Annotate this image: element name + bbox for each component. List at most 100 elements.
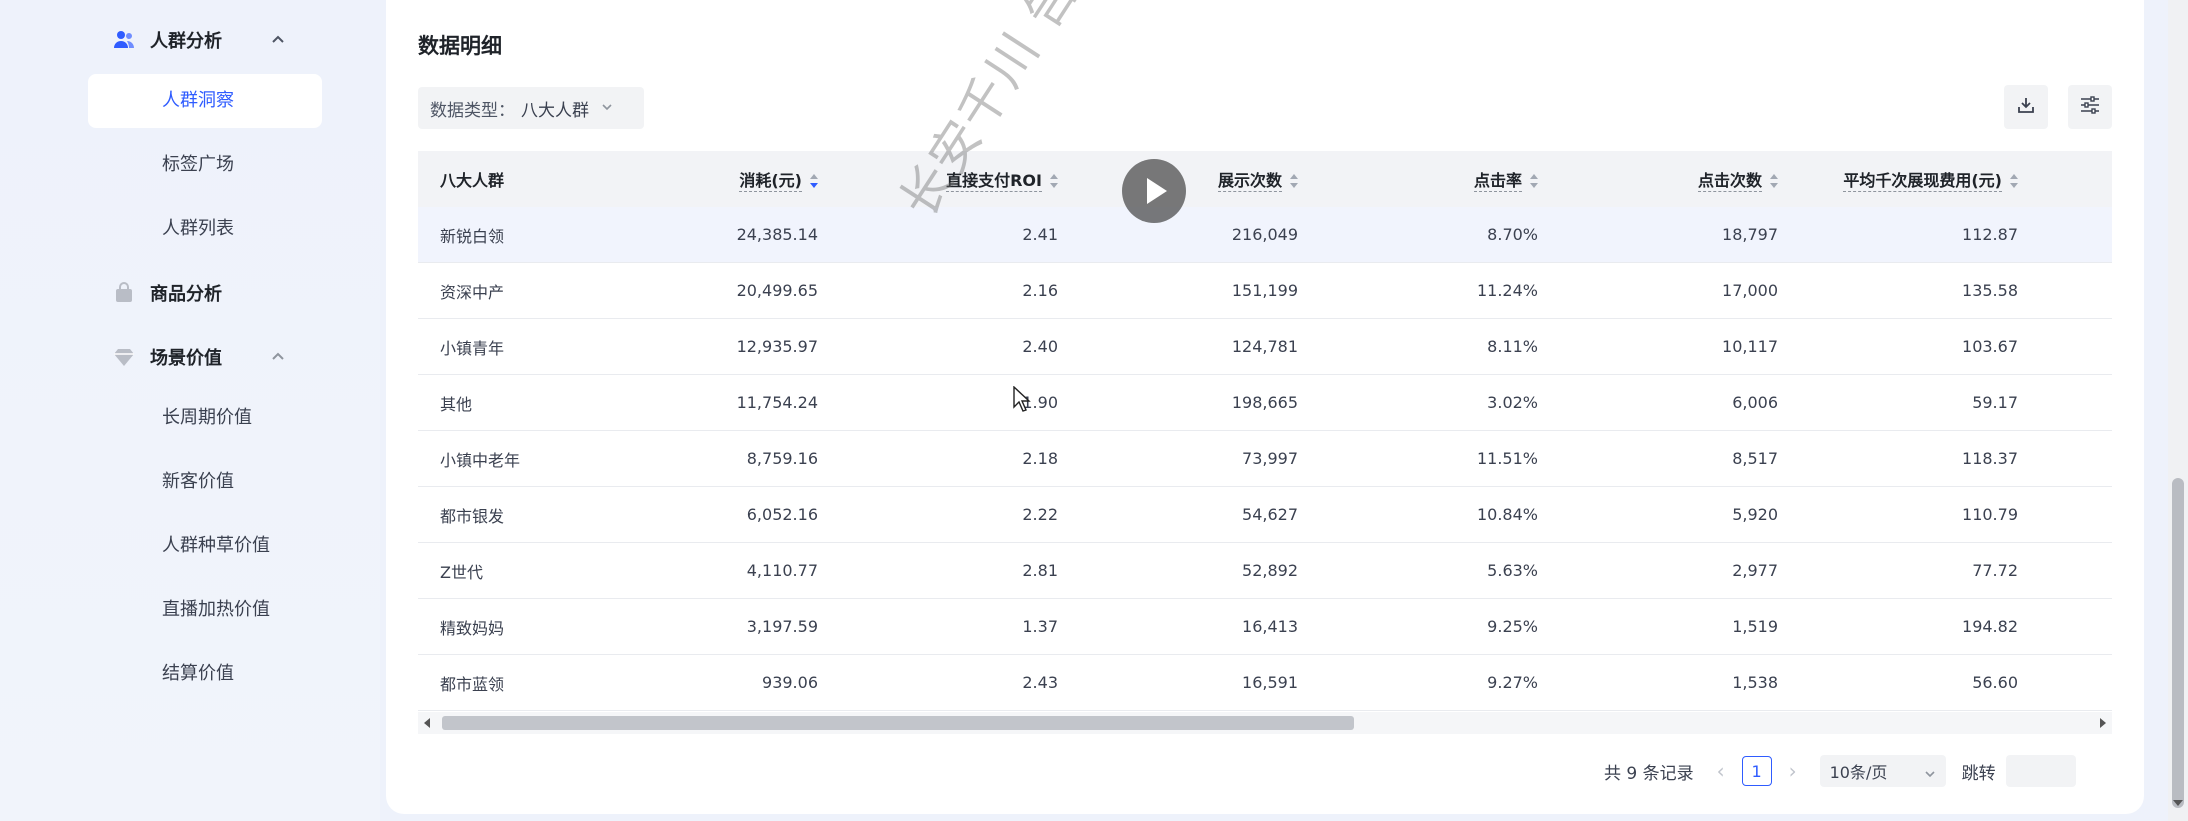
sidebar-item-long-term-value[interactable]: 长周期价值 [88,391,322,445]
cell-cpm: 59.17 [1972,393,2018,412]
page-size-select[interactable]: 10条/页 [1819,755,1946,787]
cell-cost: 3,197.59 [746,617,818,636]
cell-impressions: 73,997 [1242,449,1298,468]
cell-impressions: 16,591 [1242,673,1298,692]
pagination: 共 9 条记录 ‹ 1 › 10条/页 跳转 [1604,754,2076,788]
cell-roi: 2.41 [1022,225,1058,244]
download-button[interactable] [2004,85,2048,129]
scroll-left-icon[interactable] [424,718,430,728]
play-icon[interactable] [1122,159,1186,223]
page-vertical-scrollbar[interactable] [2168,0,2188,821]
cell-roi: 2.16 [1022,281,1058,300]
scroll-right-icon[interactable] [2100,718,2106,728]
cell-cost: 11,754.24 [736,393,818,412]
cell-impressions: 124,781 [1231,337,1298,356]
sidebar-item-tag-square[interactable]: 标签广场 [88,138,322,192]
cell-ctr: 11.24% [1476,281,1538,300]
header-cost[interactable]: 消耗(元) [739,167,818,192]
cell-segment: 都市银发 [440,506,505,526]
cell-impressions: 151,199 [1231,281,1298,300]
table-row[interactable]: 新锐白领 24,385.14 2.41 216,049 8.70% 18,797… [418,207,2112,263]
sidebar-item-audience-insight[interactable]: 人群洞察 [88,74,322,128]
sidebar-group-product[interactable]: 商品分析 [112,273,222,313]
header-cpm[interactable]: 平均千次展现费用(元) [1843,167,2018,192]
cell-clicks: 8,517 [1732,449,1778,468]
sort-icon [1050,173,1058,188]
table-row[interactable]: 资深中产 20,499.65 2.16 151,199 11.24% 17,00… [418,263,2112,319]
cell-roi: 2.43 [1022,673,1058,692]
cell-cost: 6,052.16 [746,505,818,524]
sidebar-item-new-customer-value[interactable]: 新客价值 [88,455,322,509]
column-settings-button[interactable] [2068,85,2112,129]
header-impressions[interactable]: 展示次数 [1217,167,1298,192]
cell-ctr: 9.25% [1487,617,1538,636]
people-icon [112,28,136,52]
sidebar-group-scene[interactable]: 场景价值 [112,337,284,377]
header-label: 平均千次展现费用(元) [1843,171,2002,192]
sidebar-group-label: 场景价值 [150,348,222,369]
cell-cpm: 103.67 [1962,337,2018,356]
cell-cpm: 77.72 [1972,561,2018,580]
table-row[interactable]: 都市蓝领 939.06 2.43 16,591 9.27% 1,538 56.6… [418,655,2112,711]
header-roi[interactable]: 直接支付ROI [946,167,1058,192]
cell-roi: 2.22 [1022,505,1058,524]
sidebar-group-label: 人群分析 [150,31,222,52]
cell-clicks: 6,006 [1732,393,1778,412]
sidebar-item-settlement-value[interactable]: 结算价值 [88,647,322,701]
table-row[interactable]: 都市银发 6,052.16 2.22 54,627 10.84% 5,920 1… [418,487,2112,543]
cell-impressions: 198,665 [1231,393,1298,412]
page-scrollbar-thumb[interactable] [2172,478,2184,808]
cell-cpm: 118.37 [1962,449,2018,468]
page-size-value: 10条/页 [1829,763,1888,782]
header-label: 点击率 [1473,171,1522,192]
chevron-up-icon[interactable] [270,32,286,48]
data-table: 八大人群 消耗(元) 直接支付ROI 展示次数 点击率 点击次数 平均千次展现费… [418,151,2112,711]
jump-page-input[interactable] [2005,755,2076,787]
cell-ctr: 5.63% [1487,561,1538,580]
cell-clicks: 1,519 [1732,617,1778,636]
sidebar-item-seeding-value[interactable]: 人群种草价值 [88,519,322,573]
cell-segment: 都市蓝领 [440,674,505,694]
download-icon [2017,96,2035,118]
sidebar-item-live-boost-value[interactable]: 直播加热价值 [88,583,322,637]
table-row[interactable]: 其他 11,754.24 1.90 198,665 3.02% 6,006 59… [418,375,2112,431]
scrollbar-thumb[interactable] [442,716,1354,730]
cell-roi: 2.81 [1022,561,1058,580]
filter-value: 八大人群 [521,100,589,121]
cell-cpm: 135.58 [1962,281,2018,300]
sidebar-group-audience[interactable]: 人群分析 [112,20,284,60]
header-label: 展示次数 [1217,171,1282,192]
cell-segment: 新锐白领 [440,226,505,246]
filter-label: 数据类型： [430,100,515,121]
cell-ctr: 8.11% [1487,337,1538,356]
table-row[interactable]: Z世代 4,110.77 2.81 52,892 5.63% 2,977 77.… [418,543,2112,599]
table-row[interactable]: 精致妈妈 3,197.59 1.37 16,413 9.25% 1,519 19… [418,599,2112,655]
diamond-icon [112,345,136,369]
table-row[interactable]: 小镇青年 12,935.97 2.40 124,781 8.11% 10,117… [418,319,2112,375]
cell-cpm: 194.82 [1962,617,2018,636]
header-ctr[interactable]: 点击率 [1473,167,1538,192]
scroll-down-icon[interactable] [2173,800,2183,806]
mouse-cursor-icon [1013,385,1031,416]
prev-page-icon[interactable]: ‹ [1706,756,1736,786]
sidebar-item-audience-list[interactable]: 人群列表 [88,202,322,256]
table-row[interactable]: 小镇中老年 8,759.16 2.18 73,997 11.51% 8,517 … [418,431,2112,487]
section-title: 数据明细 [418,34,502,58]
cell-ctr: 10.84% [1476,505,1538,524]
header-segment: 八大人群 [440,171,505,190]
total-records: 共 9 条记录 [1604,763,1694,784]
next-page-icon[interactable]: › [1778,756,1808,786]
cell-clicks: 17,000 [1722,281,1778,300]
data-type-select[interactable]: 数据类型： 八大人群 [418,87,644,129]
cell-impressions: 216,049 [1231,225,1298,244]
cell-ctr: 11.51% [1476,449,1538,468]
cell-segment: 小镇青年 [440,338,505,358]
sort-icon [1530,173,1538,188]
header-label: 消耗(元) [739,171,802,192]
current-page[interactable]: 1 [1741,756,1772,786]
chevron-up-icon[interactable] [270,349,286,365]
horizontal-scrollbar[interactable] [418,712,2112,734]
header-clicks[interactable]: 点击次数 [1697,167,1778,192]
header-label: 点击次数 [1697,171,1762,192]
sort-icon [1290,173,1298,188]
